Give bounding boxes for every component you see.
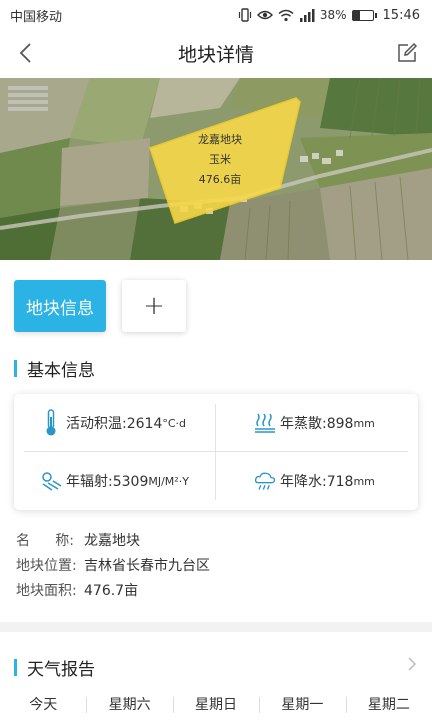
rain-cloud-icon xyxy=(254,468,276,494)
precipitation-value: 年降水:718 xyxy=(280,474,354,490)
field-location-key: 地块位置: xyxy=(16,558,77,574)
metric-accumulated-temp: 活动积温:2614 °C·d xyxy=(40,409,187,436)
precipitation-unit: mm xyxy=(353,474,375,488)
radiation-value: 年辐射:5309 xyxy=(66,474,149,490)
nav-bar: 地块详情 xyxy=(0,30,432,76)
weather-day-tab[interactable]: 星期一 xyxy=(259,690,345,720)
weather-day-tab[interactable]: 星期六 xyxy=(86,690,172,720)
carrier-label: 中国移动 xyxy=(10,9,63,25)
weather-title: 天气报告 xyxy=(27,660,95,680)
field-name-row: 名 称: 龙嘉地块 xyxy=(16,530,140,550)
eye-icon xyxy=(256,10,273,20)
battery-percent: 38% xyxy=(319,8,347,22)
wifi-icon xyxy=(278,9,294,21)
map-area: 476.6亩 xyxy=(198,173,242,186)
evaporation-unit: mm xyxy=(353,416,375,430)
metric-evaporation: 年蒸散:898 mm xyxy=(254,410,375,436)
thermometer-icon xyxy=(40,409,62,436)
edit-icon xyxy=(398,42,418,62)
weather-day-tab[interactable]: 星期日 xyxy=(172,690,259,720)
chevron-right-icon[interactable] xyxy=(404,656,420,672)
field-area-key: 地块面积: xyxy=(16,583,77,599)
metric-precipitation: 年降水:718 mm xyxy=(254,468,375,494)
field-name-value: 龙嘉地块 xyxy=(84,533,140,549)
status-bar: 中国移动 38% 15:46 xyxy=(0,0,432,30)
card-divider-vertical xyxy=(215,404,216,500)
basic-info-title: 基本信息 xyxy=(27,361,95,381)
field-name-key: 名 称: xyxy=(16,530,74,550)
map-imagery xyxy=(0,78,432,260)
field-location-row: 地块位置: 吉林省长春市九台区 xyxy=(16,555,210,575)
evaporation-value: 年蒸散:898 xyxy=(280,416,354,432)
field-area-value: 476.7亩 xyxy=(84,583,139,599)
back-button[interactable] xyxy=(10,38,40,68)
edit-button[interactable] xyxy=(392,38,422,68)
weather-day-tab[interactable]: 今天 xyxy=(0,690,86,720)
section-accent-bar xyxy=(14,659,17,676)
add-tab-button[interactable]: + xyxy=(122,280,186,332)
signal-icon xyxy=(299,8,315,22)
tab-field-info[interactable]: 地块信息 xyxy=(14,280,106,332)
section-accent-bar xyxy=(14,360,17,377)
card-divider-horizontal xyxy=(24,451,408,452)
evaporation-icon xyxy=(254,410,276,436)
satellite-map[interactable]: 龙嘉地块 玉米 476.6亩 xyxy=(0,78,432,260)
accumulated-temp-unit: °C·d xyxy=(162,416,187,430)
field-area-row: 地块面积: 476.7亩 xyxy=(16,580,138,600)
map-crop: 玉米 xyxy=(209,153,231,166)
basic-info-heading: 基本信息 xyxy=(14,356,95,381)
field-name-key-1: 名 xyxy=(16,533,30,549)
climate-metrics-card: 活动积温:2614 °C·d 年蒸散:898 mm 年辐射:5309 MJ/M²·Y … xyxy=(14,394,418,510)
accumulated-temp-value: 活动积温:2614 xyxy=(66,416,163,432)
status-icons: 38% 15:46 xyxy=(238,8,420,23)
weather-day-tabs: 今天 星期六 星期日 星期一 星期二 xyxy=(0,690,432,720)
vibrate-icon xyxy=(238,8,251,22)
map-field-name: 龙嘉地块 xyxy=(198,133,242,146)
radiation-icon xyxy=(40,468,62,494)
field-tabs: 地块信息 + xyxy=(14,280,186,332)
weather-heading[interactable]: 天气报告 xyxy=(14,655,95,680)
clock: 15:46 xyxy=(382,7,420,23)
back-chevron-icon xyxy=(19,43,31,63)
metric-radiation: 年辐射:5309 MJ/M²·Y xyxy=(40,468,189,494)
battery-icon xyxy=(351,9,377,21)
section-separator xyxy=(0,622,432,632)
field-location-value: 吉林省长春市九台区 xyxy=(84,558,210,574)
radiation-unit: MJ/M²·Y xyxy=(148,474,189,488)
battery-level xyxy=(352,10,361,20)
page-title: 地块详情 xyxy=(177,43,254,66)
weather-day-tab[interactable]: 星期二 xyxy=(345,690,432,720)
field-name-key-2: 称: xyxy=(55,533,74,549)
